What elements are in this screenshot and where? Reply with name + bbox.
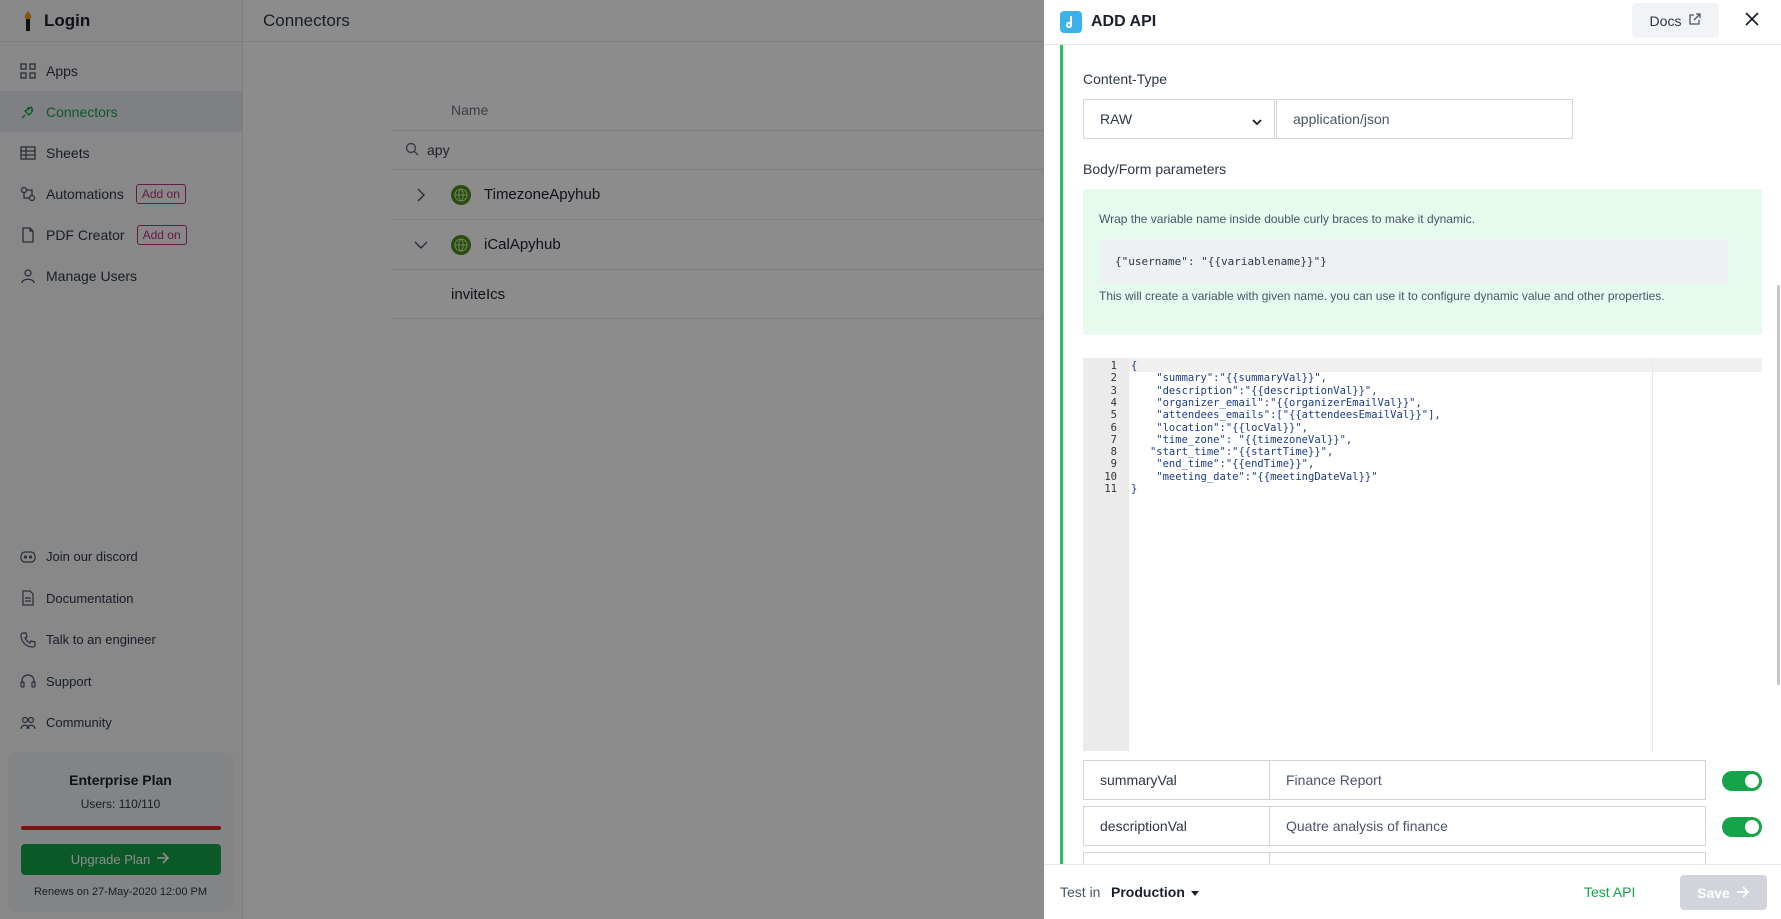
caret-down-icon (1190, 884, 1199, 900)
editor-active-line (1129, 358, 1762, 372)
param-key-input[interactable] (1083, 852, 1270, 864)
param-value-input[interactable] (1269, 852, 1706, 864)
content-type-input[interactable]: application/json (1276, 99, 1573, 139)
code-line: "meeting_date":"{{meetingDateVal}}" (1131, 470, 1378, 483)
external-link-icon (1688, 12, 1702, 29)
section-indicator (1060, 45, 1063, 864)
toggle-knob (1745, 774, 1759, 788)
info-text: Wrap the variable name inside double cur… (1099, 212, 1475, 226)
chevron-down-icon (1252, 113, 1262, 129)
environment-value: Production (1111, 884, 1185, 900)
scrollbar[interactable] (1777, 285, 1780, 685)
close-icon (1745, 11, 1759, 31)
info-box: Wrap the variable name inside double cur… (1083, 189, 1762, 335)
content-type-select[interactable]: RAW (1083, 99, 1275, 139)
code-editor[interactable]: 1{2 "summary":"{{summaryVal}}", 3 "descri… (1083, 358, 1762, 751)
param-value-input[interactable]: Quatre analysis of finance (1269, 806, 1706, 846)
save-button[interactable]: Save (1680, 875, 1767, 910)
body-params-label: Body/Form parameters (1083, 161, 1227, 177)
drawer-title: ADD API (1091, 13, 1157, 30)
save-label: Save (1697, 884, 1730, 901)
param-value-input[interactable]: Finance Report (1269, 760, 1706, 800)
drawer-header: ADD API Docs (1044, 0, 1781, 45)
close-drawer-button[interactable] (1741, 10, 1763, 32)
environment-select[interactable]: Production (1111, 884, 1199, 900)
drawer-body[interactable]: Content-Type RAW application/json Body/F… (1044, 45, 1781, 864)
add-api-drawer: ADD API Docs Content-Type RAW applicatio… (1044, 0, 1781, 919)
content-type-select-value: RAW (1100, 111, 1133, 127)
toggle-knob (1745, 820, 1759, 834)
line-number: 11 (1104, 483, 1117, 495)
editor-print-margin (1652, 358, 1653, 751)
docs-label: Docs (1649, 12, 1682, 29)
test-api-button[interactable]: Test API (1584, 884, 1635, 900)
code-line: } (1131, 483, 1138, 495)
param-row: descriptionVal Quatre analysis of financ… (1083, 806, 1781, 846)
drawer-footer: Test in Production Test API Save (1044, 864, 1781, 919)
info-code-example: {"username": "{{variablename}}"} (1099, 239, 1729, 283)
test-in-label: Test in (1060, 884, 1101, 900)
param-row: summaryVal Finance Report (1083, 760, 1781, 800)
param-key-input[interactable]: summaryVal (1083, 760, 1270, 800)
param-row (1083, 852, 1781, 864)
docs-button[interactable]: Docs (1632, 3, 1719, 38)
param-key-input[interactable]: descriptionVal (1083, 806, 1270, 846)
api-logo-icon (1060, 11, 1082, 33)
param-enabled-toggle[interactable] (1722, 771, 1762, 791)
param-enabled-toggle[interactable] (1722, 817, 1762, 837)
info-text: This will create a variable with given n… (1099, 289, 1665, 303)
content-type-label: Content-Type (1083, 71, 1168, 87)
arrow-right-icon (1736, 885, 1750, 901)
